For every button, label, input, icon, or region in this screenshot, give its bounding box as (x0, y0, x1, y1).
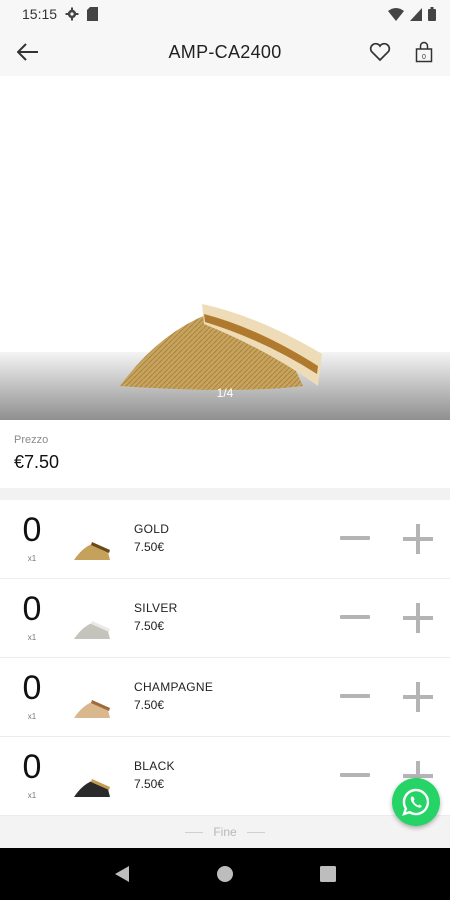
price-label: Prezzo (14, 434, 49, 446)
circle-home-icon (216, 866, 233, 882)
quantity-value: 0 (22, 748, 42, 786)
section-divider (0, 488, 450, 500)
divider-line (185, 831, 204, 833)
whatsapp-icon (402, 788, 430, 816)
increase-quantity-button[interactable] (403, 682, 433, 712)
variant-name: BLACK (134, 759, 175, 773)
variant-price: 7.50€ (134, 777, 165, 791)
divider-line (246, 831, 265, 833)
product-image (120, 304, 322, 390)
variant-thumbnail (74, 542, 110, 560)
quantity-value: 0 (22, 669, 42, 707)
quantity-multiplier: x1 (27, 633, 37, 642)
variant-name: CHAMPAGNE (134, 680, 214, 694)
end-label: Fine (213, 825, 237, 839)
gallery-counter: 1/4 (216, 386, 234, 400)
quantity-multiplier: x1 (27, 791, 37, 800)
price-value: €7.50 (14, 452, 60, 472)
variant-list: 0 x1 GOLD 7.50€ 0 x1 SILVER 7.50€ 0 x1 C… (0, 500, 450, 816)
decrease-quantity-button[interactable] (340, 773, 370, 777)
status-bar: 15:15 (0, 0, 450, 28)
settings-icon (65, 7, 79, 21)
end-of-list: Fine (0, 816, 450, 848)
arrow-left-icon (17, 43, 38, 61)
variant-name: SILVER (134, 601, 178, 615)
favorite-button[interactable] (366, 38, 394, 66)
battery-icon (428, 7, 436, 21)
triangle-back-icon (114, 866, 129, 882)
decrease-quantity-button[interactable] (340, 536, 370, 540)
sim-card-icon (87, 7, 99, 21)
quantity-value: 0 (22, 590, 42, 628)
variant-price: 7.50€ (134, 540, 165, 554)
product-image-gallery[interactable]: 1/4 (0, 76, 450, 420)
variant-thumbnail (74, 779, 110, 797)
variant-row: 0 x1 GOLD 7.50€ (0, 500, 450, 579)
svg-text:0: 0 (422, 54, 426, 61)
nav-home-button[interactable] (210, 859, 240, 889)
quantity-value: 0 (22, 511, 42, 549)
price-section: Prezzo €7.50 (0, 420, 450, 488)
nav-recents-button[interactable] (313, 859, 343, 889)
variant-name: GOLD (134, 522, 170, 536)
decrease-quantity-button[interactable] (340, 694, 370, 698)
cart-button[interactable]: 0 (410, 38, 438, 66)
status-time: 15:15 (22, 6, 58, 22)
variant-thumbnail (74, 700, 110, 718)
back-button[interactable] (14, 38, 42, 66)
square-recents-icon (320, 866, 337, 882)
system-nav-bar (0, 848, 450, 900)
whatsapp-button[interactable] (392, 778, 440, 826)
decrease-quantity-button[interactable] (340, 615, 370, 619)
variant-row: 0 x1 SILVER 7.50€ (0, 579, 450, 658)
heart-icon (369, 42, 391, 62)
app-bar: AMP-CA2400 0 (0, 28, 450, 76)
variant-price: 7.50€ (134, 619, 165, 633)
increase-quantity-button[interactable] (403, 603, 433, 633)
quantity-multiplier: x1 (27, 554, 37, 563)
wifi-icon (388, 7, 404, 21)
shopping-bag-icon: 0 (415, 41, 433, 63)
page-title: AMP-CA2400 (168, 41, 282, 62)
variant-price: 7.50€ (134, 698, 165, 712)
variant-row: 0 x1 CHAMPAGNE 7.50€ (0, 658, 450, 737)
variant-thumbnail (74, 621, 110, 639)
increase-quantity-button[interactable] (403, 524, 433, 554)
nav-back-button[interactable] (107, 859, 137, 889)
quantity-multiplier: x1 (27, 712, 37, 721)
variant-row: 0 x1 BLACK 7.50€ (0, 737, 450, 816)
signal-icon (410, 7, 422, 21)
